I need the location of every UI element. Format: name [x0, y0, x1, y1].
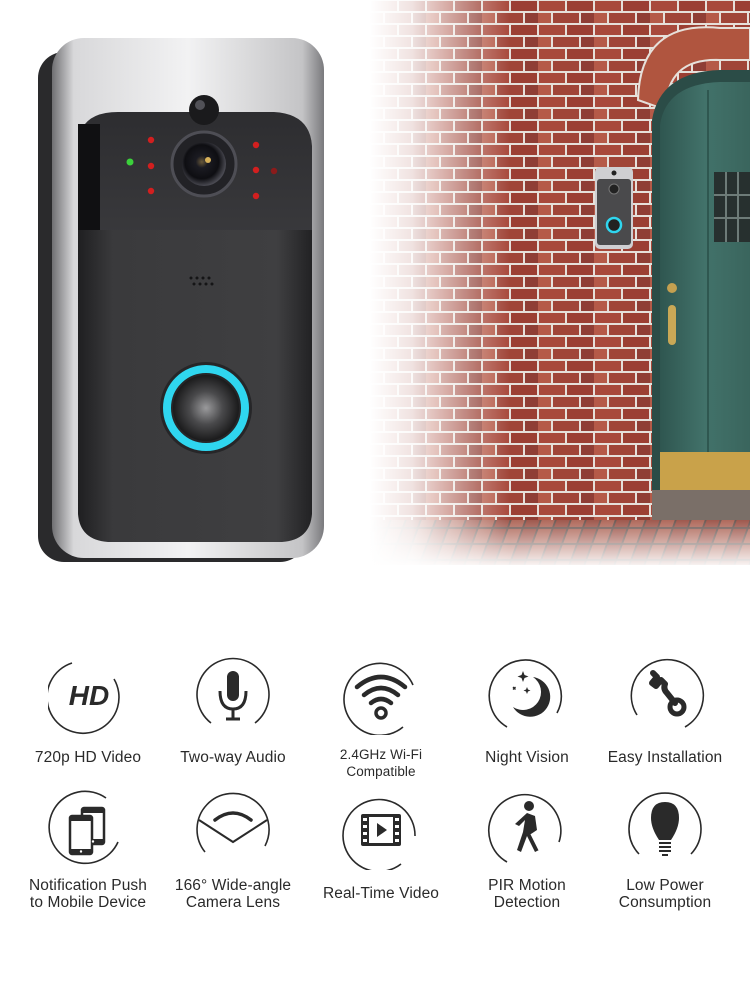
mobile-devices-icon	[48, 790, 119, 865]
scene-fade-bottom	[370, 520, 750, 590]
walking-person-icon	[488, 793, 562, 863]
feature-label: Two-way Audio	[180, 749, 286, 766]
svg-text:HD: HD	[69, 680, 109, 711]
kick-plate	[660, 452, 750, 490]
light-bulb-icon	[628, 792, 702, 856]
feature-label: Real-Time Video	[322, 885, 440, 902]
door	[660, 82, 750, 470]
doorbell-button	[160, 362, 252, 454]
hd-icon: HD	[48, 662, 120, 735]
feature-label-line2: Compatible	[346, 764, 416, 779]
feature-label: Notification Push	[28, 877, 147, 894]
feature-label-line2: Consumption	[618, 894, 712, 911]
video-play-icon	[342, 798, 416, 870]
feature-label: 166° Wide-angle	[174, 877, 292, 894]
feature-label: 720p HD Video	[34, 749, 142, 766]
wrench-icon	[630, 658, 705, 728]
feature-label-line2: Camera Lens	[185, 894, 281, 911]
moon-stars-icon	[488, 659, 563, 728]
feature-label: 2.4GHz Wi-Fi	[339, 747, 423, 762]
pir-sensor	[189, 95, 219, 125]
feature-grid: HD 720p HD Video Two-way Audio 2.4GHz Wi…	[0, 640, 750, 940]
wide-angle-icon	[196, 792, 270, 853]
feature-label: Night Vision	[485, 749, 569, 766]
feature-label: Easy Installation	[607, 749, 723, 766]
feature-label: PIR Motion	[488, 877, 566, 894]
scene-fade-left	[370, 0, 510, 590]
doorbell-product-image	[38, 38, 324, 562]
wifi-icon	[343, 662, 414, 735]
product-hero	[0, 0, 750, 590]
mounted-doorbell	[595, 167, 633, 249]
status-led	[126, 158, 134, 166]
feature-label-line2: Detection	[493, 894, 561, 911]
microphone-icon	[196, 657, 270, 724]
door-window	[714, 172, 750, 242]
feature-label: Low Power	[626, 877, 704, 894]
feature-label-line2: to Mobile Device	[29, 894, 147, 911]
